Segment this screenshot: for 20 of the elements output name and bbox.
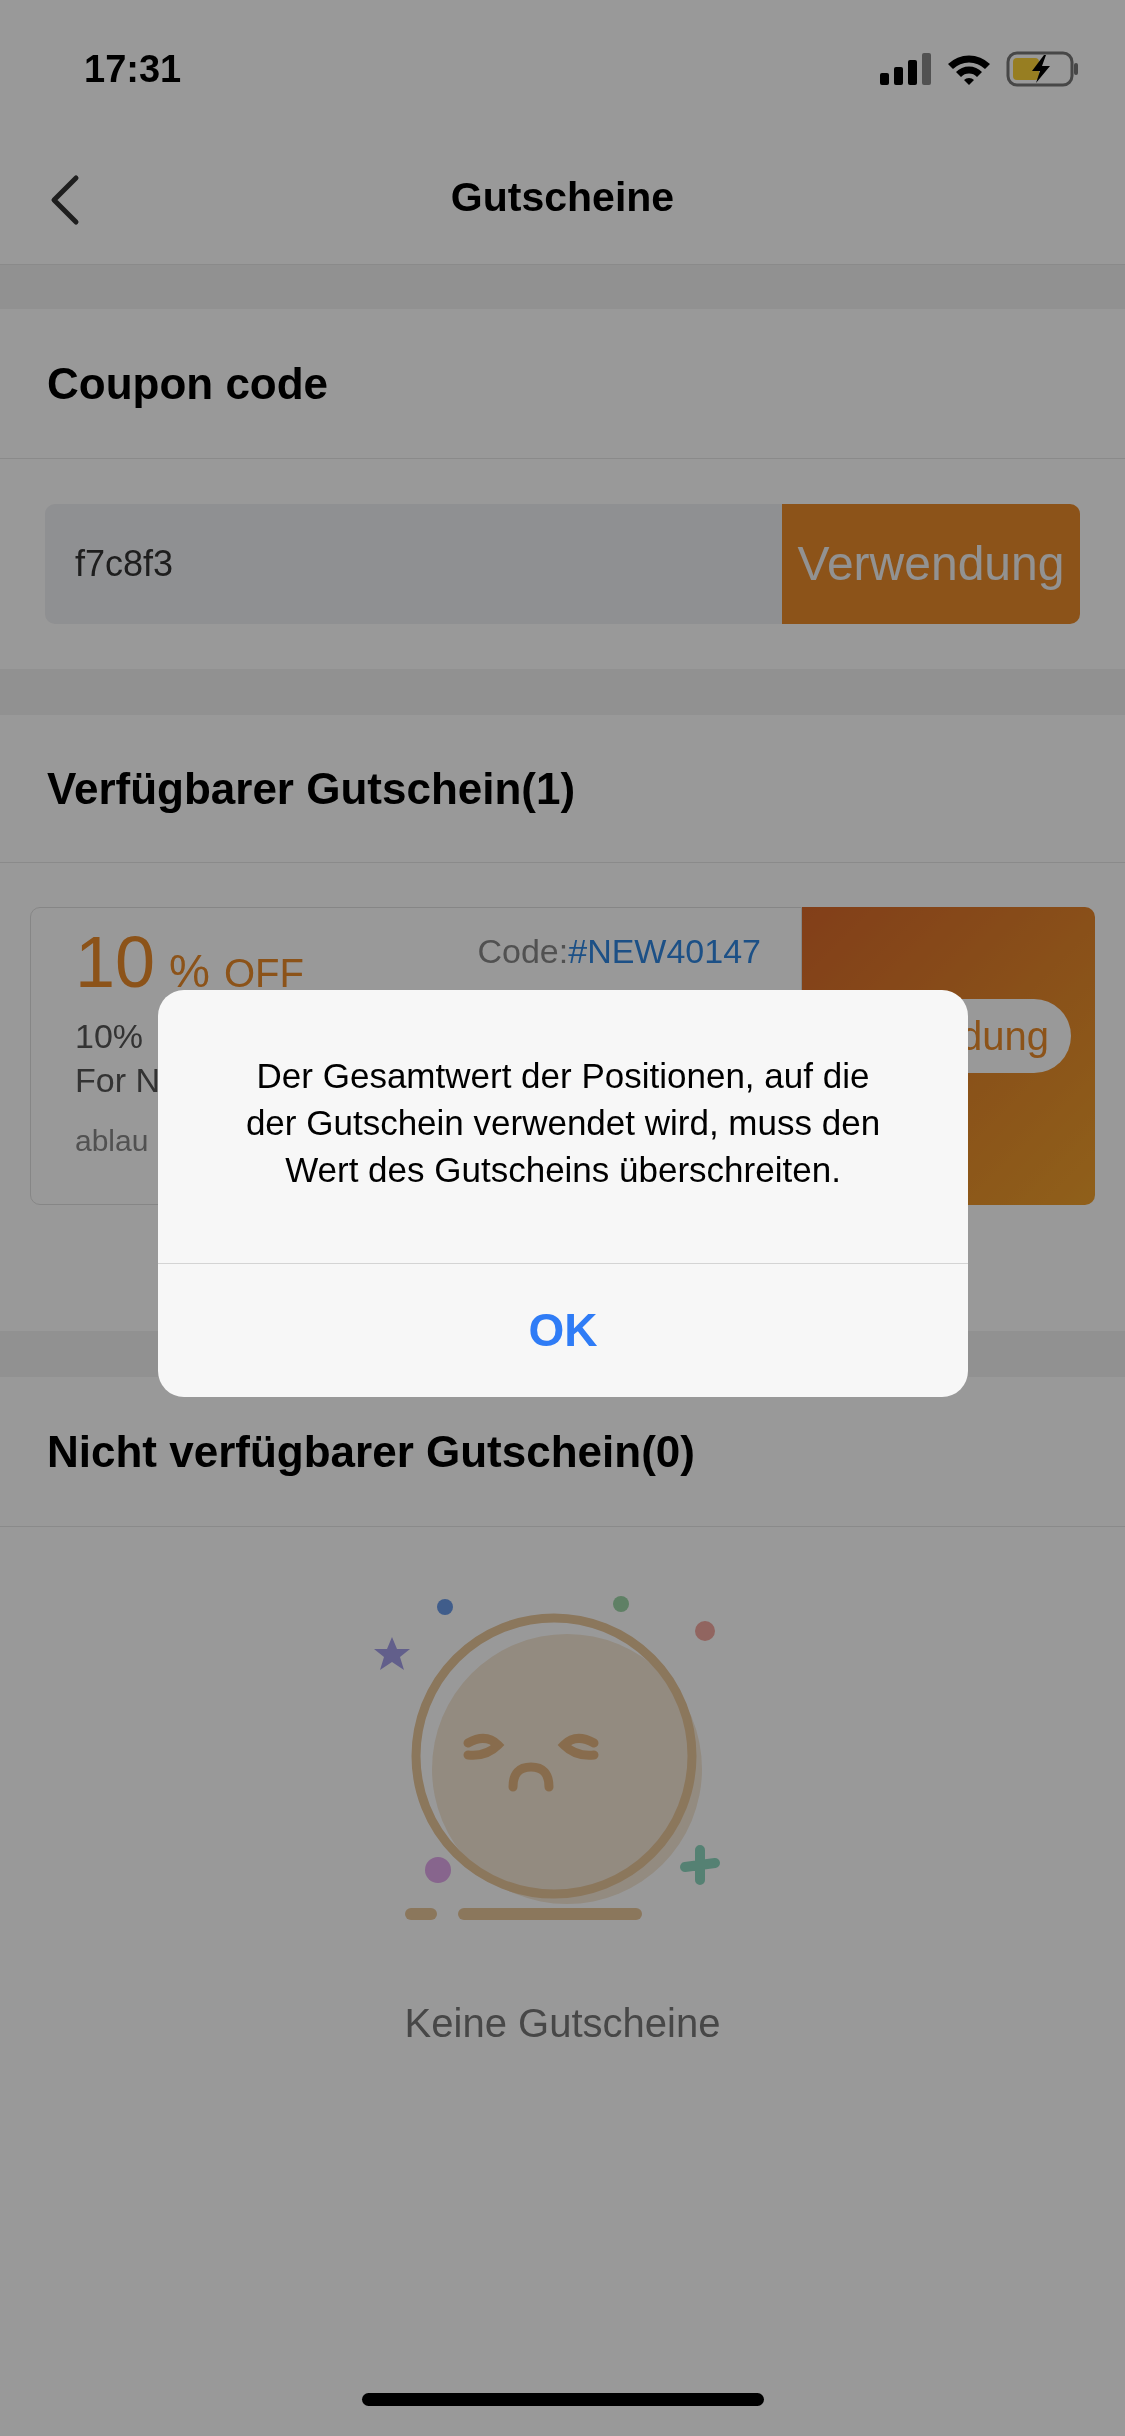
coupon-code-field[interactable]: f7c8f3 xyxy=(45,504,782,624)
battery-icon xyxy=(1006,51,1080,87)
discount-unit: % xyxy=(169,948,210,994)
empty-state-text: Keine Gutscheine xyxy=(404,2000,721,2047)
discount-suffix: OFF xyxy=(224,953,304,993)
wifi-icon xyxy=(946,52,992,86)
discount-amount: 10 xyxy=(75,926,156,998)
expiry-text: ablau xyxy=(75,1123,149,1159)
page-title: Gutscheine xyxy=(450,173,675,223)
status-time: 17:31 xyxy=(84,46,182,92)
signal-icon xyxy=(880,53,932,85)
section-heading: Verfügbarer Gutschein(1) xyxy=(47,762,576,815)
section-heading: Coupon code xyxy=(47,357,329,410)
alert-message: Der Gesamtwert der Positionen, auf die der Gutschein verwendet wird, muss den Wert des Gutscheins überschreiten. xyxy=(244,1055,882,1191)
section-heading: Nicht verfügbarer Gutschein(0) xyxy=(47,1425,695,1478)
coupon-description: For N xyxy=(75,1060,160,1101)
coupon-code-text: Code:#NEW40147 xyxy=(477,931,761,972)
coupon-description: 10% xyxy=(75,1016,144,1057)
ok-button[interactable]: OK xyxy=(158,1263,968,1397)
apply-button[interactable]: Verwendung xyxy=(782,504,1080,624)
